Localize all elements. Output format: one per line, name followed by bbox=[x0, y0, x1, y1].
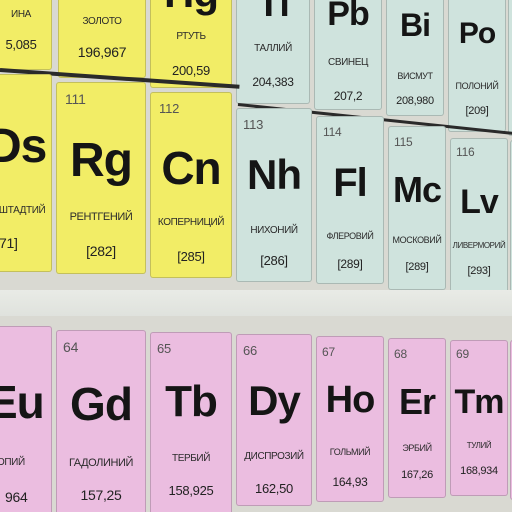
atomic-number: 115 bbox=[394, 135, 413, 149]
element-symbol: Tl bbox=[257, 0, 290, 25]
element-mass: 71] bbox=[0, 235, 18, 251]
atomic-number: 69 bbox=[456, 347, 469, 361]
element-name: СВИНЕЦ bbox=[328, 57, 368, 68]
element-name: ЛИВЕРМОРИЙ bbox=[452, 241, 506, 250]
element-name: ГОЛЬМИЙ bbox=[329, 447, 371, 457]
atomic-number: 111 bbox=[65, 91, 86, 107]
element-mass: [289] bbox=[337, 257, 363, 271]
element-symbol: Bi bbox=[400, 7, 431, 43]
element-name: ФЛЕРОВИЙ bbox=[326, 231, 374, 241]
atomic-number: 113 bbox=[243, 117, 264, 132]
element-mass: [282] bbox=[86, 243, 116, 259]
atomic-number: 64 bbox=[63, 339, 79, 355]
element-symbol: Po bbox=[458, 17, 496, 50]
element-symbol: Rg bbox=[70, 134, 133, 187]
element-tile-ds: Ds МШТАДТИЙ 71] bbox=[0, 74, 52, 272]
element-name: ОПИЙ bbox=[0, 457, 25, 468]
element-tile-cn: 112 Cn КОПЕРНИЦИЙ [285] bbox=[150, 92, 232, 278]
element-tile-tm: 69 Tm ТУЛИЙ 168,934 bbox=[450, 340, 508, 496]
atomic-number: 114 bbox=[323, 125, 342, 139]
element-tile-mc: 115 Mc МОСКОВИЙ [289] bbox=[388, 126, 446, 290]
element-tile-hg: Hg РТУТЬ 200,59 bbox=[150, 0, 232, 88]
element-mass: 964 bbox=[5, 489, 28, 505]
periodic-table-photo: ИНА 5,085 ЗОЛОТО 196,967 Hg РТУТЬ 200,59… bbox=[0, 0, 512, 512]
element-symbol: Ds bbox=[0, 120, 47, 173]
element-symbol: Hg bbox=[151, 0, 231, 17]
element-tile-gold: ЗОЛОТО 196,967 bbox=[58, 0, 146, 78]
element-tile-pb: Pb СВИНЕЦ 207,2 bbox=[314, 0, 382, 110]
element-mass: 207,2 bbox=[333, 89, 363, 103]
element-tile-lv: 116 Lv ЛИВЕРМОРИЙ [293] bbox=[450, 138, 508, 294]
atomic-number: 66 bbox=[243, 343, 258, 358]
element-mass: 168,934 bbox=[460, 465, 498, 477]
element-name: ЭРБИЙ bbox=[402, 443, 432, 453]
element-mass: 157,25 bbox=[80, 487, 122, 503]
element-symbol: Mc bbox=[392, 169, 442, 210]
atomic-number: 112 bbox=[159, 101, 180, 116]
element-symbol: Pb bbox=[327, 0, 369, 33]
element-mass: 162,50 bbox=[255, 481, 293, 496]
element-name: НИХОНИЙ bbox=[250, 225, 298, 236]
element-tile-edge-top bbox=[508, 0, 512, 136]
element-mass: 164,93 bbox=[332, 475, 368, 489]
element-symbol: Tm bbox=[454, 383, 505, 421]
element-tile-bi: Bi ВИСМУТ 208,980 bbox=[386, 0, 444, 116]
element-mass: 200,59 bbox=[172, 63, 210, 78]
element-tile-ho: 67 Ho ГОЛЬМИЙ 164,93 bbox=[316, 336, 384, 502]
element-name: МОСКОВИЙ bbox=[392, 235, 442, 245]
element-symbol: Fl bbox=[333, 161, 368, 205]
element-tile-fl: 114 Fl ФЛЕРОВИЙ [289] bbox=[316, 116, 384, 284]
element-symbol: Lv bbox=[460, 183, 499, 221]
element-mass: 167,26 bbox=[401, 469, 433, 481]
element-mass: 196,967 bbox=[77, 44, 127, 60]
element-name: ПОЛОНИЙ bbox=[455, 81, 499, 91]
element-name: РЕНТГЕНИЙ bbox=[69, 211, 133, 223]
element-symbol: Dy bbox=[248, 377, 301, 424]
element-tile-nh: 113 Nh НИХОНИЙ [286] bbox=[236, 108, 312, 282]
element-mass: [209] bbox=[465, 105, 489, 117]
element-tile-er: 68 Er ЭРБИЙ 167,26 bbox=[388, 338, 446, 498]
element-symbol: Tb bbox=[165, 377, 218, 426]
element-mass: 208,980 bbox=[396, 95, 434, 107]
element-tile-gd: 64 Gd ГАДОЛИНИЙ 157,25 bbox=[56, 330, 146, 512]
element-mass: [289] bbox=[405, 261, 429, 273]
element-name: РТУТЬ bbox=[176, 31, 206, 42]
atomic-number: 65 bbox=[157, 341, 172, 356]
element-mass: 204,383 bbox=[252, 75, 294, 89]
element-tile-dy: 66 Dy ДИСПРОЗИЙ 162,50 bbox=[236, 334, 312, 506]
element-name: ТУЛИЙ bbox=[466, 441, 492, 450]
element-tile-eu: Eu ОПИЙ 964 bbox=[0, 326, 52, 512]
element-name: ГАДОЛИНИЙ bbox=[68, 457, 134, 469]
element-name: КОПЕРНИЦИЙ bbox=[157, 217, 225, 228]
element-tile-rg: 111 Rg РЕНТГЕНИЙ [282] bbox=[56, 82, 146, 274]
element-name: ТАЛЛИЙ bbox=[254, 43, 292, 54]
element-mass: 158,925 bbox=[168, 483, 214, 498]
element-tile-tl: Tl ТАЛЛИЙ 204,383 bbox=[236, 0, 310, 104]
element-name: ДИСПРОЗИЙ bbox=[244, 451, 304, 462]
element-symbol: Cn bbox=[161, 142, 221, 194]
element-symbol: Ho bbox=[325, 379, 376, 421]
element-name: ЗОЛОТО bbox=[82, 16, 122, 27]
element-mass: [293] bbox=[467, 265, 491, 277]
element-mass: [286] bbox=[260, 253, 288, 268]
atomic-number: 67 bbox=[322, 345, 335, 359]
element-symbol: Nh bbox=[247, 151, 302, 198]
element-name: ВИСМУТ bbox=[397, 71, 433, 81]
element-tile-tb: 65 Tb ТЕРБИЙ 158,925 bbox=[150, 332, 232, 512]
atomic-number: 116 bbox=[456, 145, 475, 159]
element-tile-po: Po ПОЛОНИЙ [209] bbox=[448, 0, 506, 132]
element-symbol: Eu bbox=[0, 376, 45, 428]
element-name: ТЕРБИЙ bbox=[172, 453, 210, 464]
element-symbol: Er bbox=[398, 381, 436, 422]
atomic-number: 68 bbox=[394, 347, 407, 361]
element-symbol: Gd bbox=[70, 378, 133, 430]
element-tile-top-0: ИНА 5,085 bbox=[0, 0, 52, 70]
element-mass: [285] bbox=[177, 249, 205, 264]
element-name: МШТАДТИЙ bbox=[0, 205, 46, 216]
table-gap bbox=[0, 290, 512, 316]
element-mass: 5,085 bbox=[5, 37, 37, 52]
element-name: ИНА bbox=[11, 9, 31, 20]
